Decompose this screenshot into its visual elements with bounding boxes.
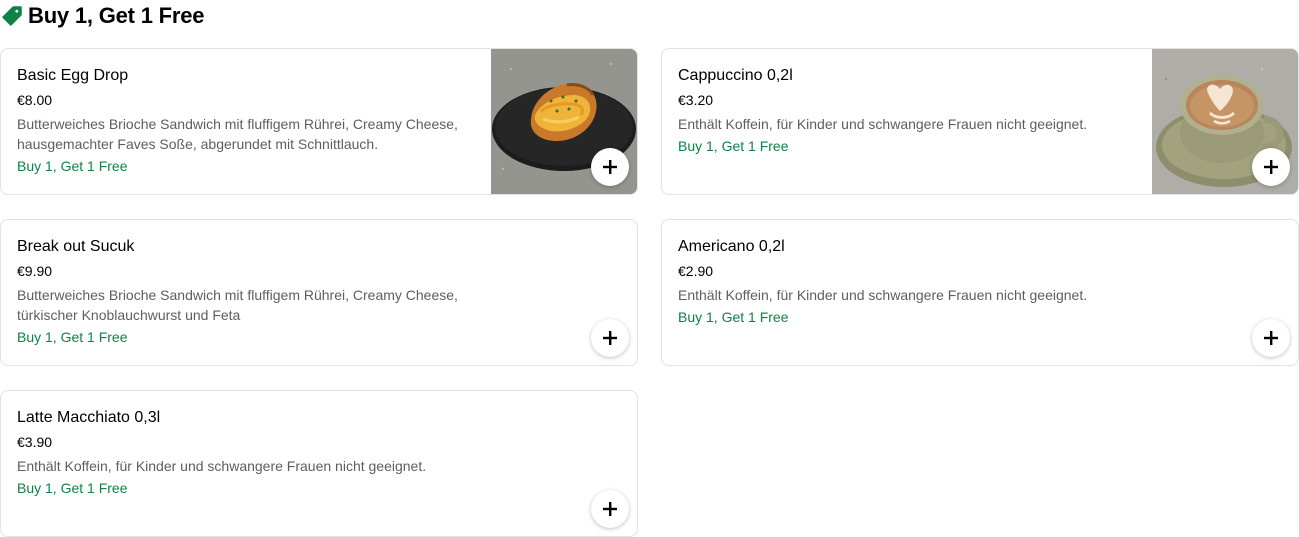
add-to-cart-button[interactable]: [591, 319, 629, 357]
item-description: Enthält Koffein, für Kinder und schwange…: [678, 116, 1088, 132]
plus-icon: [603, 160, 617, 174]
item-promo: Buy 1, Get 1 Free: [17, 329, 128, 345]
plus-icon: [1264, 331, 1278, 345]
item-price: €3.90: [17, 434, 53, 450]
menu-item-card[interactable]: Break out Sucuk €9.90 Butterweiches Brio…: [0, 219, 638, 366]
add-to-cart-button[interactable]: [591, 490, 629, 528]
menu-item-card[interactable]: Americano 0,2l €2.90 Enthält Koffein, fü…: [661, 219, 1299, 366]
menu-item-details: Americano 0,2l €2.90 Enthält Koffein, fü…: [678, 237, 1238, 327]
menu-item-details: Break out Sucuk €9.90 Butterweiches Brio…: [17, 237, 577, 347]
tag-icon: [2, 6, 22, 26]
item-description: Butterweiches Brioche Sandwich mit fluff…: [17, 116, 458, 152]
item-name: Cappuccino 0,2l: [678, 67, 793, 84]
item-promo: Buy 1, Get 1 Free: [678, 309, 789, 325]
item-promo: Buy 1, Get 1 Free: [17, 480, 128, 496]
plus-icon: [603, 502, 617, 516]
item-price: €9.90: [17, 263, 53, 279]
plus-icon: [1264, 160, 1278, 174]
section-title: Buy 1, Get 1 Free: [28, 3, 205, 28]
item-description: Enthält Koffein, für Kinder und schwange…: [678, 287, 1088, 303]
item-name: Break out Sucuk: [17, 238, 135, 255]
plus-icon: [603, 331, 617, 345]
section-header: Buy 1, Get 1 Free: [0, 2, 205, 30]
menu-item-details: Cappuccino 0,2l €3.20 Enthält Koffein, f…: [678, 66, 1138, 156]
add-to-cart-button[interactable]: [1252, 319, 1290, 357]
item-price: €2.90: [678, 263, 714, 279]
menu-item-details: Basic Egg Drop €8.00 Butterweiches Brioc…: [17, 66, 477, 176]
item-name: Latte Macchiato 0,3l: [17, 409, 161, 426]
item-promo: Buy 1, Get 1 Free: [678, 138, 789, 154]
item-description: Enthält Koffein, für Kinder und schwange…: [17, 458, 427, 474]
add-to-cart-button[interactable]: [591, 148, 629, 186]
menu-item-details: Latte Macchiato 0,3l €3.90 Enthält Koffe…: [17, 408, 577, 498]
item-name: Basic Egg Drop: [17, 67, 129, 84]
menu-item-card[interactable]: Basic Egg Drop €8.00 Butterweiches Brioc…: [0, 48, 638, 195]
menu-item-card[interactable]: Cappuccino 0,2l €3.20 Enthält Koffein, f…: [661, 48, 1299, 195]
item-price: €8.00: [17, 92, 53, 108]
add-to-cart-button[interactable]: [1252, 148, 1290, 186]
menu-item-card[interactable]: Latte Macchiato 0,3l €3.90 Enthält Koffe…: [0, 390, 638, 537]
item-promo: Buy 1, Get 1 Free: [17, 158, 128, 174]
item-name: Americano 0,2l: [678, 238, 785, 255]
item-price: €3.20: [678, 92, 714, 108]
item-description: Butterweiches Brioche Sandwich mit fluff…: [17, 287, 458, 323]
